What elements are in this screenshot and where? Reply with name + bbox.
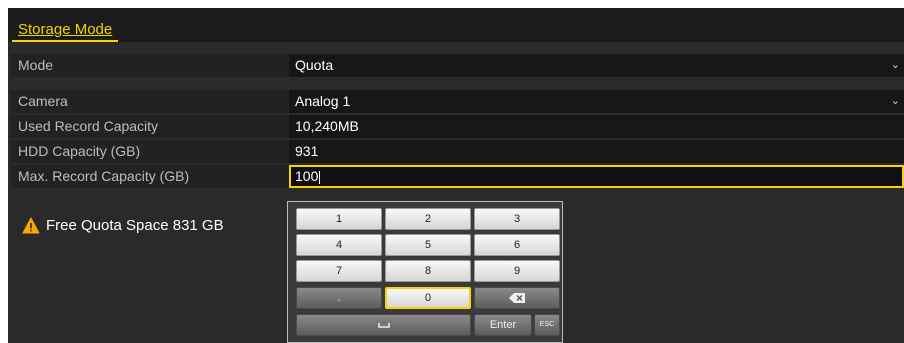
esc-key[interactable]: ESC [534,314,560,336]
key-0[interactable]: 0 [385,287,471,309]
camera-select[interactable]: Analog 1 ⌄ [289,90,904,113]
hdd-capacity-field: 931 [289,140,904,163]
camera-label: Camera [18,93,68,109]
numeric-keypad: 1 2 3 4 5 6 7 8 9 . 0 Enter ESC [287,201,563,343]
max-capacity-row: Max. Record Capacity (GB) 100 [11,165,904,188]
chevron-down-icon: ⌄ [890,59,900,71]
tab-bar: Storage Mode [8,8,904,42]
tab-storage-mode[interactable]: Storage Mode [12,18,119,42]
key-5[interactable]: 5 [385,234,471,256]
text-cursor [319,170,321,184]
used-capacity-row: Used Record Capacity 10,240MB [11,115,904,138]
hdd-capacity-label: HDD Capacity (GB) [18,143,141,159]
mode-row: Mode Quota ⌄ [11,54,904,77]
used-capacity-label: Used Record Capacity [18,118,159,134]
used-capacity-value: 10,240MB [295,118,359,134]
max-capacity-value: 100 [295,168,319,184]
key-4[interactable]: 4 [296,234,382,256]
chevron-down-icon: ⌄ [890,95,900,107]
free-quota-text: Free Quota Space 831 GB [46,217,224,234]
max-capacity-text: 100 [295,167,321,186]
camera-row: Camera Analog 1 ⌄ [11,90,904,113]
key-6[interactable]: 6 [474,234,560,256]
key-3[interactable]: 3 [474,208,560,230]
space-key[interactable] [296,314,471,336]
backspace-icon [509,293,525,304]
key-2[interactable]: 2 [385,208,471,230]
camera-value: Analog 1 [295,93,351,109]
storage-mode-panel: Storage Mode Mode Quota ⌄ Camera Analog … [8,8,904,343]
hdd-capacity-row: HDD Capacity (GB) 931 [11,140,904,163]
mode-select[interactable]: Quota ⌄ [289,54,904,77]
hdd-capacity-value: 931 [295,143,319,159]
key-dot[interactable]: . [296,287,382,309]
used-capacity-field: 10,240MB [289,115,904,138]
enter-key[interactable]: Enter [474,314,532,336]
key-8[interactable]: 8 [385,260,471,282]
space-icon [377,323,390,328]
key-1[interactable]: 1 [296,208,382,230]
mode-label: Mode [18,57,54,73]
max-capacity-label: Max. Record Capacity (GB) [18,168,190,184]
key-9[interactable]: 9 [474,260,560,282]
key-7[interactable]: 7 [296,260,382,282]
mode-value: Quota [295,57,334,73]
warning-triangle-icon [22,217,40,234]
backspace-key[interactable] [474,287,560,309]
max-capacity-input[interactable]: 100 [289,165,904,188]
